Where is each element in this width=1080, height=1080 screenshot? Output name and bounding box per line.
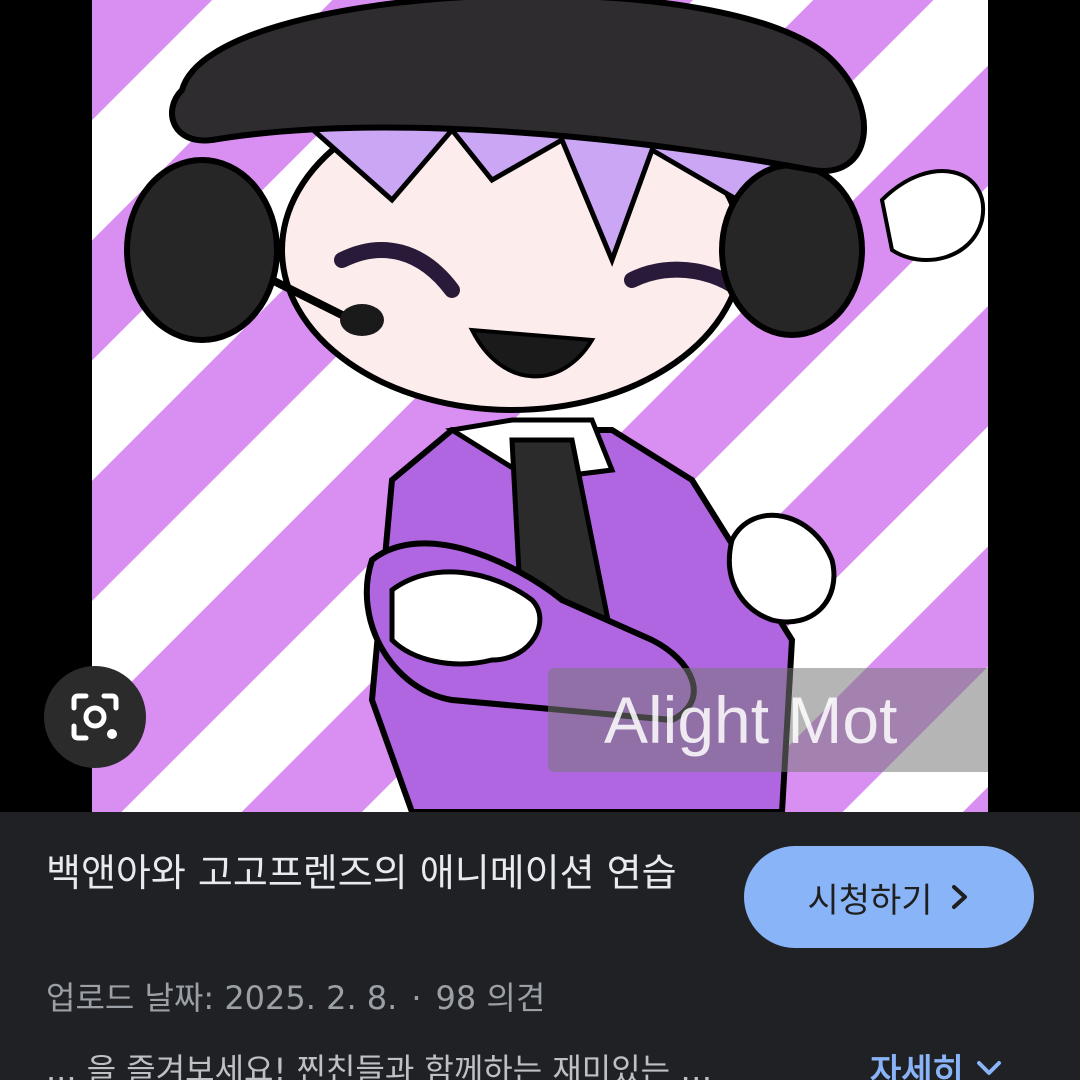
more-details-button[interactable]: 자세히 <box>870 1044 1004 1080</box>
video-title[interactable]: 백앤아와 고고프렌즈의 애니메이션 연습 <box>46 846 706 900</box>
video-thumbnail[interactable]: Alight Mot <box>92 0 988 812</box>
comment-count: 98 의견 <box>435 979 546 1017</box>
description-snippet: ... 을 즐겨보세요! 찐친들과 함께하는 재미있는 … <box>46 1051 713 1080</box>
more-details-label: 자세히 <box>870 1052 964 1080</box>
result-info-panel: 백앤아와 고고프렌즈의 애니메이션 연습 시청하기 업로드 날짜: 2025. … <box>0 812 1080 1080</box>
app-watermark: Alight Mot <box>548 668 988 772</box>
chevron-right-icon <box>951 885 967 909</box>
camera-lens-icon <box>71 693 119 741</box>
watch-button[interactable]: 시청하기 <box>744 846 1034 948</box>
video-meta: 업로드 날짜: 2025. 2. 8. · 98 의견 <box>46 976 545 1020</box>
meta-separator: · <box>411 979 422 1017</box>
chevron-down-icon <box>976 1060 1001 1075</box>
upload-date: 업로드 날짜: 2025. 2. 8. <box>46 979 398 1017</box>
watch-button-label: 시청하기 <box>807 880 933 921</box>
google-lens-button[interactable] <box>44 666 146 768</box>
image-preview-area: Alight Mot <box>0 0 1080 812</box>
